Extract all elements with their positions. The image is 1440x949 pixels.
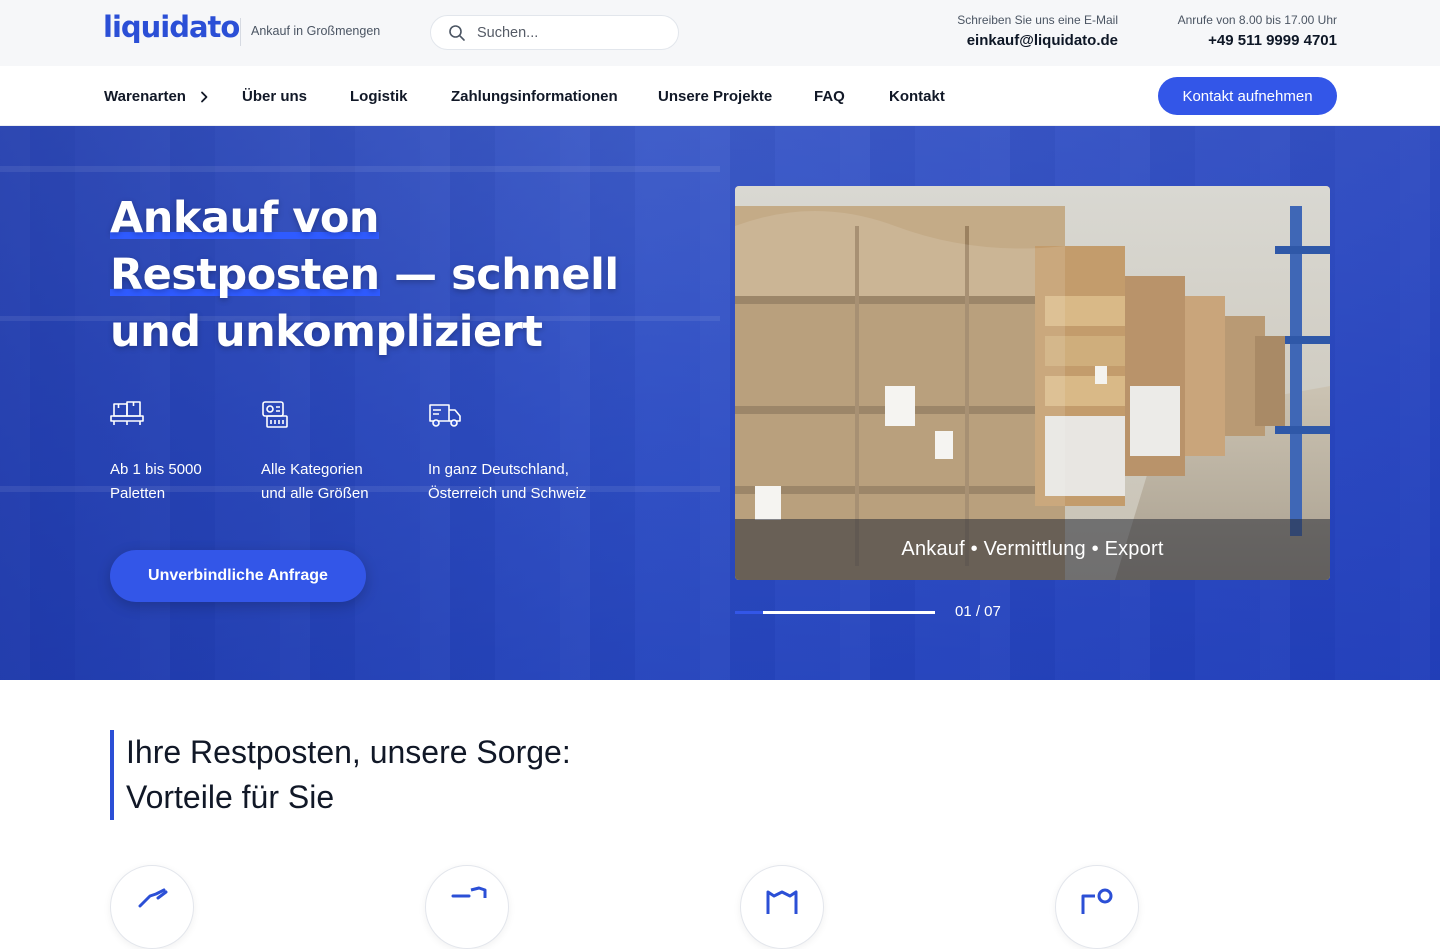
search-icon: [449, 24, 465, 41]
email-label: Schreiben Sie uns eine E-Mail: [957, 13, 1118, 27]
nav-item-zahlungsinformationen[interactable]: Zahlungsinformationen: [451, 88, 618, 105]
inquiry-button[interactable]: Unverbindliche Anfrage: [110, 550, 366, 602]
nav-item-ueber-uns[interactable]: Über uns: [242, 88, 307, 105]
pallet-icon: [110, 401, 144, 425]
top-bar: liquidato Ankauf in Großmengen Schreiben…: [0, 0, 1440, 66]
shield-truck-icon: [451, 886, 487, 898]
feature-categories: Alle Kategorien und alle Größen: [261, 400, 369, 506]
feature-line2: Paletten: [110, 485, 166, 502]
nav-item-unsere-projekte[interactable]: Unsere Projekte: [658, 88, 772, 105]
email-contact: Schreiben Sie uns eine E-Mail einkauf@li…: [957, 12, 1118, 52]
benefit-shield: [425, 865, 509, 949]
delivery-truck-icon: [429, 404, 461, 427]
people-icon: [1081, 888, 1113, 914]
slide-counter: 01 / 07: [955, 603, 1001, 620]
feature-pallets: Ab 1 bis 5000 Paletten: [110, 400, 202, 506]
feature-line1: Ab 1 bis 5000: [110, 461, 202, 478]
warehouse-icon: [766, 890, 798, 914]
benefits-title: Ihre Restposten, unsere Sorge: Vorteile …: [110, 730, 571, 820]
hero-title: Ankauf von Restposten — schnell und unkom…: [110, 190, 670, 361]
logo-divider: [240, 18, 241, 46]
main-nav: Warenarten Über uns Logistik Zahlungsinf…: [0, 66, 1440, 126]
handshake-icon: [138, 888, 168, 908]
nav-item-label: Warenarten: [104, 88, 186, 105]
benefits-title-line2: Vorteile für Sie: [126, 779, 335, 815]
contact-button[interactable]: Kontakt aufnehmen: [1158, 77, 1337, 115]
nav-item-kontakt[interactable]: Kontakt: [889, 88, 945, 105]
benefit-people: [1055, 865, 1139, 949]
slide-progress-fill: [735, 611, 763, 614]
feature-line1: Alle Kategorien: [261, 461, 363, 478]
feature-delivery: In ganz Deutschland, Österreich und Schw…: [428, 400, 586, 506]
slide-caption: Ankauf • Vermittlung • Export: [735, 519, 1330, 580]
hero-section: Ankauf von Restposten — schnell und unkom…: [0, 126, 1440, 680]
search-box[interactable]: [430, 15, 679, 50]
email-link[interactable]: einkauf@liquidato.de: [957, 30, 1118, 52]
hero-title-part1: Ankauf von: [110, 193, 379, 243]
benefits-title-line1: Ihre Restposten, unsere Sorge:: [126, 734, 571, 770]
nav-item-logistik[interactable]: Logistik: [350, 88, 408, 105]
logo-tagline: Ankauf in Großmengen: [251, 24, 381, 38]
slide-progress-bar[interactable]: [735, 611, 935, 614]
chevron-right-icon: [201, 91, 208, 103]
background-shelf: [0, 166, 720, 172]
benefit-warehouse: [740, 865, 824, 949]
logo[interactable]: liquidato: [103, 10, 240, 44]
phone-link[interactable]: +49 511 9999 4701: [1178, 30, 1337, 52]
categories-icon: [262, 401, 288, 428]
phone-label: Anrufe von 8.00 bis 17.00 Uhr: [1177, 13, 1337, 27]
phone-contact: Anrufe von 8.00 bis 17.00 Uhr +49 511 99…: [1178, 12, 1337, 52]
feature-line2: Österreich und Schweiz: [428, 485, 587, 502]
feature-line2: und alle Größen: [261, 485, 369, 502]
nav-item-faq[interactable]: FAQ: [814, 88, 845, 105]
search-input[interactable]: [477, 24, 657, 41]
nav-item-warenarten[interactable]: Warenarten: [104, 88, 208, 105]
feature-line1: In ganz Deutschland,: [428, 461, 569, 478]
warehouse-slide-image[interactable]: Ankauf • Vermittlung • Export: [735, 186, 1330, 580]
benefit-handshake: [110, 865, 194, 949]
hero-title-part2: Restposten: [110, 250, 380, 300]
